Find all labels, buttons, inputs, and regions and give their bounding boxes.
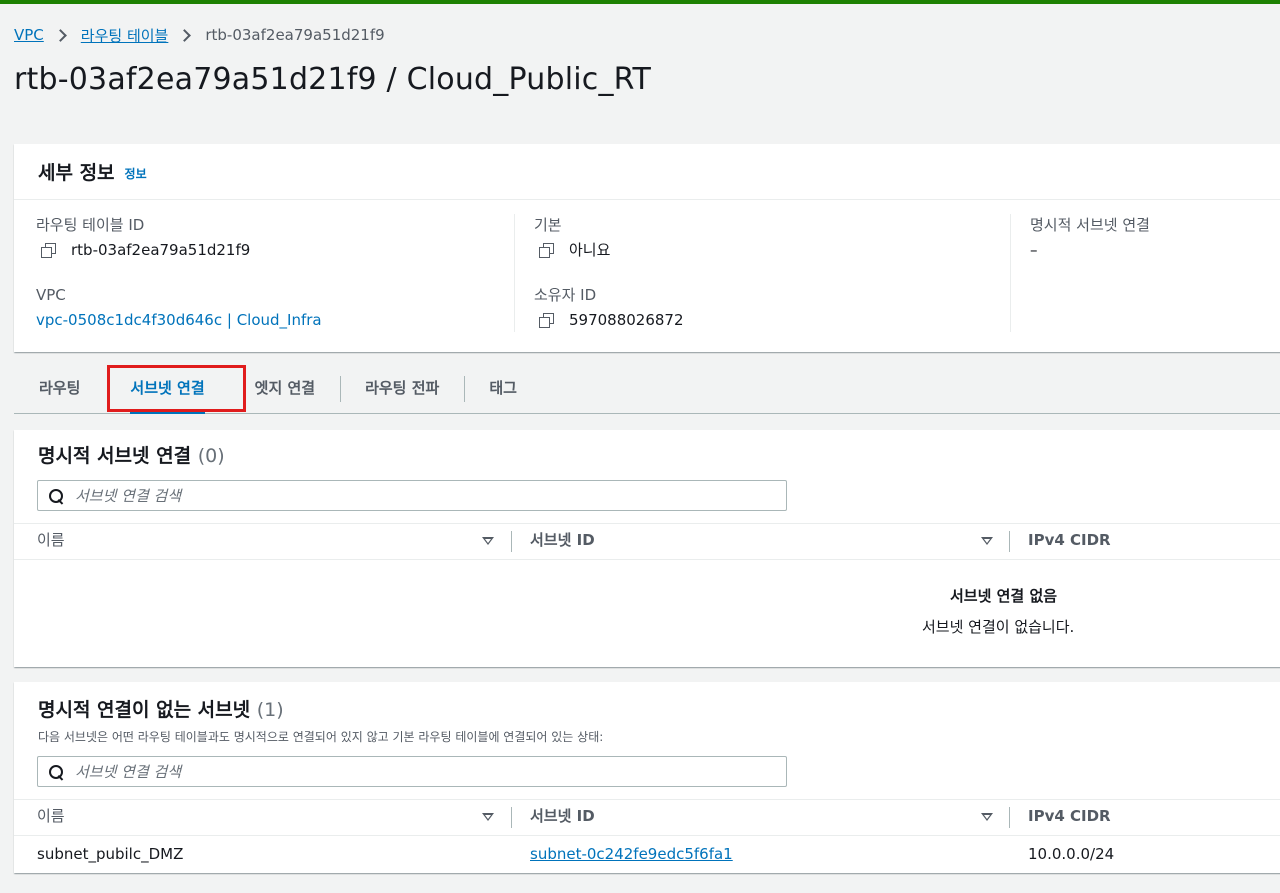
details-column-3: 명시적 서브넷 연결 – xyxy=(1030,214,1150,262)
explicit-assoc-title-text: 명시적 서브넷 연결 xyxy=(38,445,192,467)
column-resizer[interactable] xyxy=(1009,531,1010,552)
explicit-assoc-title: 명시적 서브넷 연결 (0) xyxy=(38,441,225,468)
details-panel: 세부 정보 정보 라우팅 테이블 ID rtb-03af2ea79a51d21f… xyxy=(14,144,1280,352)
implicit-assoc-table-header: 이름 서브넷 ID IPv4 CIDR xyxy=(14,799,1280,836)
column-divider xyxy=(1010,214,1011,332)
copy-icon[interactable] xyxy=(539,313,554,328)
search-icon xyxy=(49,764,63,779)
tab-routes[interactable]: 라우팅 xyxy=(14,376,105,400)
route-table-id-label: 라우팅 테이블 ID xyxy=(36,216,145,234)
subnets-without-explicit-assoc-panel: 명시적 연결이 없는 서브넷 (1) 다음 서브넷은 어떤 라우팅 테이블과도 … xyxy=(14,682,1280,873)
breadcrumb-vpc-link[interactable]: VPC xyxy=(14,26,44,44)
column-header-name[interactable]: 이름 xyxy=(37,800,65,835)
details-title: 세부 정보 xyxy=(38,162,115,184)
info-link[interactable]: 정보 xyxy=(125,165,147,182)
explicit-assoc-search-input[interactable] xyxy=(75,486,755,505)
column-resizer[interactable] xyxy=(511,807,512,828)
cell-ipv4-cidr: 10.0.0.0/24 xyxy=(1028,845,1115,863)
route-table-id-value: rtb-03af2ea79a51d21f9 xyxy=(36,238,322,262)
owner-id-text: 597088026872 xyxy=(569,311,684,329)
chevron-right-icon xyxy=(53,28,67,42)
column-header-ipv4-cidr[interactable]: IPv4 CIDR xyxy=(1028,800,1111,835)
copy-icon[interactable] xyxy=(539,243,554,258)
explicit-assoc-label: 명시적 서브넷 연결 xyxy=(1030,216,1150,234)
column-resizer[interactable] xyxy=(511,531,512,552)
column-header-ipv4-cidr[interactable]: IPv4 CIDR xyxy=(1028,524,1111,559)
empty-state-title: 서브넷 연결 없음 xyxy=(950,587,1058,605)
tab-tags[interactable]: 태그 xyxy=(464,375,542,402)
sort-down-icon[interactable] xyxy=(981,537,993,545)
route-table-id-text: rtb-03af2ea79a51d21f9 xyxy=(71,241,251,259)
empty-state-text: 서브넷 연결이 없습니다. xyxy=(922,618,1075,636)
explicit-assoc-count: (0) xyxy=(197,445,225,467)
breadcrumb-route-tables-link[interactable]: 라우팅 테이블 xyxy=(81,25,169,46)
implicit-assoc-search[interactable] xyxy=(37,756,787,787)
explicit-assoc-search[interactable] xyxy=(37,480,787,511)
column-header-name[interactable]: 이름 xyxy=(37,524,65,559)
explicit-assoc-value: – xyxy=(1030,241,1038,259)
explicit-assoc-table-header: 이름 서브넷 ID IPv4 CIDR xyxy=(14,523,1280,560)
implicit-assoc-title: 명시적 연결이 없는 서브넷 (1) xyxy=(38,695,284,722)
top-status-bar xyxy=(0,0,1280,4)
details-column-2: 기본 아니요 소유자 ID 597088026872 xyxy=(534,214,684,332)
cell-name: subnet_pubilc_DMZ xyxy=(37,845,184,863)
owner-id-value: 597088026872 xyxy=(534,308,684,332)
cell-subnet-id-link[interactable]: subnet-0c242fe9edc5f6fa1 xyxy=(530,836,733,873)
sort-down-icon[interactable] xyxy=(482,813,494,821)
main-value: 아니요 xyxy=(534,238,684,262)
breadcrumb: VPC 라우팅 테이블 rtb-03af2ea79a51d21f9 xyxy=(14,24,385,46)
details-header: 세부 정보 정보 xyxy=(14,144,1280,200)
column-resizer[interactable] xyxy=(1009,807,1010,828)
annotation-highlight-box xyxy=(107,365,246,412)
sort-down-icon[interactable] xyxy=(482,537,494,545)
implicit-assoc-description: 다음 서브넷은 어떤 라우팅 테이블과도 명시적으로 연결되어 있지 않고 기본… xyxy=(38,730,604,744)
tab-route-propagation[interactable]: 라우팅 전파 xyxy=(340,375,464,402)
column-divider xyxy=(514,214,515,332)
page-title: rtb-03af2ea79a51d21f9 / Cloud_Public_RT xyxy=(14,62,652,97)
chevron-right-icon xyxy=(178,28,192,42)
explicit-subnet-associations-panel: 명시적 서브넷 연결 (0) 이름 서브넷 ID IPv4 CIDR 서브넷 연… xyxy=(14,430,1280,667)
main-value-text: 아니요 xyxy=(569,241,611,259)
table-row: subnet_pubilc_DMZ subnet-0c242fe9edc5f6f… xyxy=(14,836,1280,873)
implicit-assoc-count: (1) xyxy=(256,699,284,721)
column-header-subnet-id[interactable]: 서브넷 ID xyxy=(530,524,595,559)
column-header-subnet-id[interactable]: 서브넷 ID xyxy=(530,800,595,835)
copy-icon[interactable] xyxy=(41,243,56,258)
search-icon xyxy=(49,488,63,503)
implicit-assoc-title-text: 명시적 연결이 없는 서브넷 xyxy=(38,699,251,721)
implicit-assoc-search-input[interactable] xyxy=(75,762,755,781)
main-label: 기본 xyxy=(534,216,562,234)
sort-down-icon[interactable] xyxy=(981,813,993,821)
owner-id-label: 소유자 ID xyxy=(534,286,597,304)
vpc-label: VPC xyxy=(36,286,66,304)
breadcrumb-current: rtb-03af2ea79a51d21f9 xyxy=(205,26,385,44)
vpc-link[interactable]: vpc-0508c1dc4f30d646c | Cloud_Infra xyxy=(36,308,322,332)
tab-edge-associations[interactable]: 엣지 연결 xyxy=(230,376,340,400)
details-column-1: 라우팅 테이블 ID rtb-03af2ea79a51d21f9 VPC vpc… xyxy=(36,214,322,332)
